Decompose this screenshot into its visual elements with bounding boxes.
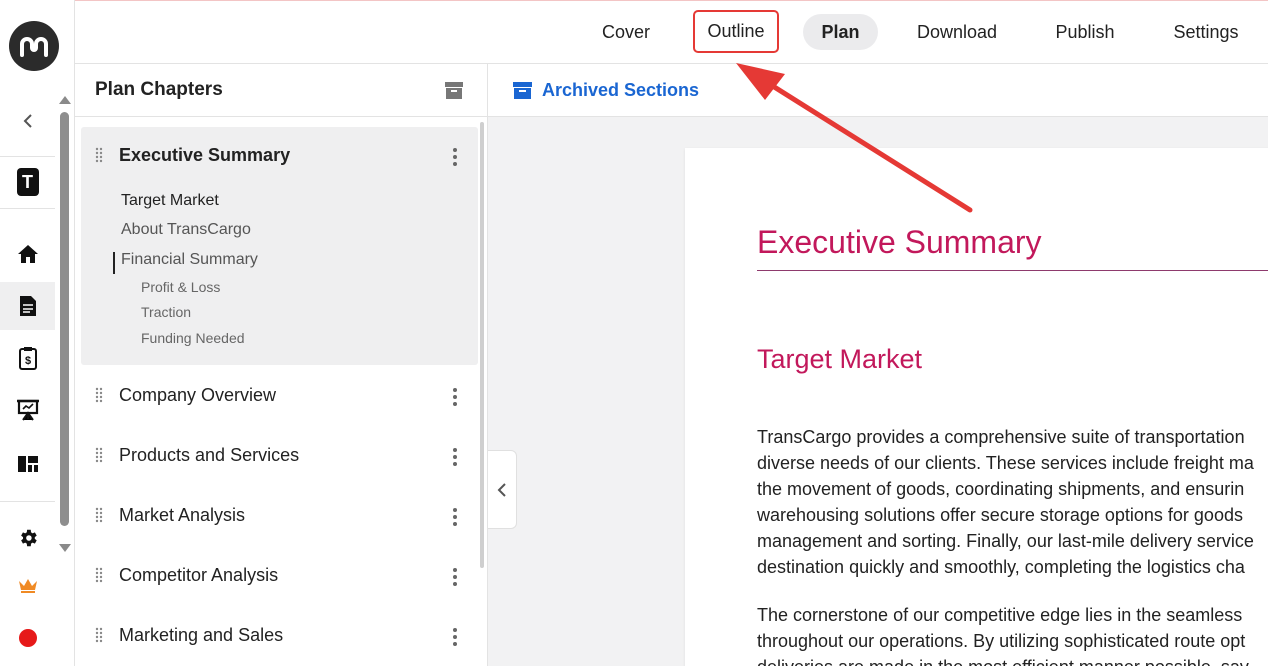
current-section-marker (113, 252, 115, 274)
document-button[interactable] (0, 282, 55, 330)
scroll-down-arrow-icon[interactable] (59, 544, 71, 552)
presentation-icon (16, 399, 39, 421)
chapter-label: Executive Summary (119, 145, 291, 165)
home-icon (17, 245, 38, 263)
archived-sections-link[interactable]: Archived Sections (542, 80, 699, 101)
chapters-panel: Plan Chapters Executive Summary Target M… (75, 64, 488, 666)
chapter-item-products-and-services[interactable]: Products and Services (81, 436, 478, 476)
collapse-sidebar-button[interactable] (0, 97, 55, 145)
more-options-icon[interactable] (453, 508, 457, 529)
upgrade-button[interactable] (0, 562, 55, 610)
archive-button[interactable] (444, 80, 464, 100)
chapter-item-market-analysis[interactable]: Market Analysis (81, 496, 478, 536)
finance-button[interactable]: $ (0, 334, 55, 382)
top-nav: Cover Outline Plan Download Publish Sett… (75, 0, 1268, 64)
tab-publish[interactable]: Publish (1037, 14, 1133, 50)
document-page[interactable]: Executive Summary Target Market TransCar… (685, 148, 1268, 666)
chapter-label: Marketing and Sales (119, 625, 284, 645)
rail-divider (0, 208, 55, 209)
more-options-icon[interactable] (453, 388, 457, 409)
document-paragraph: TransCargo provides a comprehensive suit… (757, 427, 1254, 577)
document-heading: Executive Summary (757, 224, 1042, 260)
heading-divider (757, 270, 1268, 271)
workspace-button[interactable]: T (0, 158, 55, 206)
app-logo[interactable] (9, 21, 59, 71)
chapter-label: Products and Services (119, 445, 300, 465)
drag-handle-icon[interactable] (95, 447, 103, 463)
drag-handle-icon[interactable] (95, 387, 103, 403)
scrollbar-thumb[interactable] (60, 112, 69, 526)
chevron-left-icon (23, 114, 32, 128)
drag-handle-icon[interactable] (95, 567, 103, 583)
more-options-icon[interactable] (453, 628, 457, 649)
more-options-icon[interactable] (453, 568, 457, 589)
rail-divider (0, 156, 55, 157)
left-rail: T $ (0, 0, 75, 666)
logo-mark-icon (20, 37, 48, 57)
chapters-title: Plan Chapters (95, 79, 223, 100)
chapter-label: Company Overview (119, 385, 277, 405)
tab-cover[interactable]: Cover (585, 14, 667, 50)
tab-download[interactable]: Download (901, 14, 1013, 50)
rail-divider (0, 501, 55, 502)
more-options-icon[interactable] (453, 448, 457, 469)
chevron-left-icon (497, 482, 506, 497)
record-icon (18, 629, 37, 647)
document-area: Archived Sections Executive Summary Targ… (488, 64, 1268, 666)
document-paragraph: The cornerstone of our competitive edge … (757, 605, 1249, 666)
tab-plan[interactable]: Plan (803, 14, 878, 50)
drag-handle-icon[interactable] (95, 507, 103, 523)
crown-icon (18, 579, 37, 593)
app-window: T $ Cover Outline Plan Download Publish … (0, 0, 1268, 666)
rail-scrollbar[interactable] (59, 96, 71, 552)
archive-icon (445, 82, 463, 99)
collapse-panel-button[interactable] (488, 450, 517, 529)
subsection-traction[interactable]: Traction (141, 304, 191, 320)
chapter-item-marketing-and-sales[interactable]: Marketing and Sales (81, 616, 478, 656)
chapters-header: Plan Chapters (75, 64, 487, 117)
drag-handle-icon[interactable] (95, 147, 103, 163)
svg-text:$: $ (24, 355, 30, 367)
chapter-label: Market Analysis (119, 505, 246, 525)
subsection-funding-needed[interactable]: Funding Needed (141, 330, 245, 346)
chapter-item-competitor-analysis[interactable]: Competitor Analysis (81, 556, 478, 596)
chapter-item-company-overview[interactable]: Company Overview (81, 376, 478, 416)
subsection-about-transcargo[interactable]: About TransCargo (121, 221, 251, 239)
settings-button[interactable] (0, 514, 55, 562)
document-subheading: Target Market (757, 344, 923, 374)
gear-icon (20, 529, 37, 547)
record-button[interactable] (0, 614, 55, 662)
dashboard-icon (17, 456, 38, 472)
subsection-target-market[interactable]: Target Market (121, 192, 219, 210)
chapter-label: Competitor Analysis (119, 565, 279, 585)
chapters-scrollbar[interactable] (480, 122, 484, 568)
document-header: Archived Sections (488, 64, 1268, 117)
home-button[interactable] (0, 230, 55, 278)
drag-handle-icon[interactable] (95, 627, 103, 643)
finance-icon: $ (18, 347, 37, 370)
presentation-button[interactable] (0, 386, 55, 434)
archive-icon (513, 82, 532, 99)
dashboard-button[interactable] (0, 440, 55, 488)
more-options-icon[interactable] (453, 148, 457, 169)
tab-settings[interactable]: Settings (1157, 14, 1255, 50)
subsection-profit-loss[interactable]: Profit & Loss (141, 279, 220, 295)
workspace-badge: T (16, 168, 39, 196)
subsection-financial-summary[interactable]: Financial Summary (121, 251, 258, 269)
scroll-up-arrow-icon[interactable] (59, 96, 71, 104)
tab-outline[interactable]: Outline (693, 10, 779, 53)
document-icon (19, 296, 36, 316)
